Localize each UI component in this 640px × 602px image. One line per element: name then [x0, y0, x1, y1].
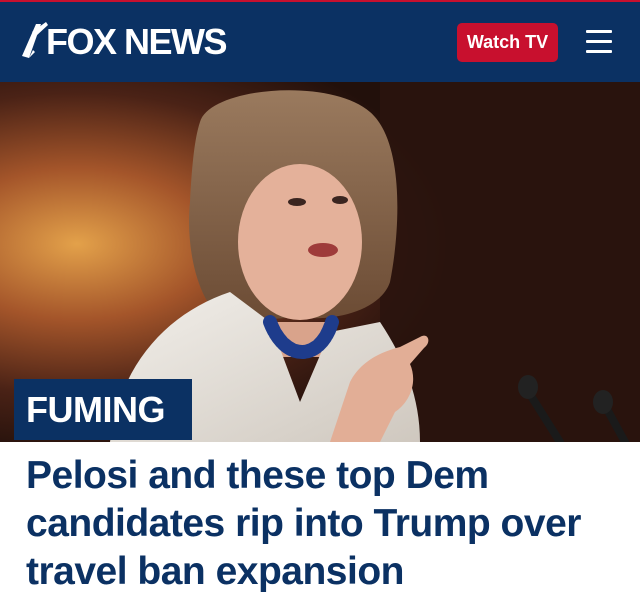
fox-news-logo[interactable]: FOX NEWS	[20, 21, 228, 62]
top-header: FOX NEWS Watch TV	[0, 0, 640, 82]
logo-text: FOX NEWS	[46, 21, 228, 62]
category-badge[interactable]: FUMING	[14, 379, 192, 440]
hamburger-menu-icon[interactable]	[586, 28, 612, 56]
watch-tv-button[interactable]: Watch TV	[457, 23, 558, 62]
article-headline[interactable]: Pelosi and these top Dem candidates rip …	[26, 452, 626, 596]
